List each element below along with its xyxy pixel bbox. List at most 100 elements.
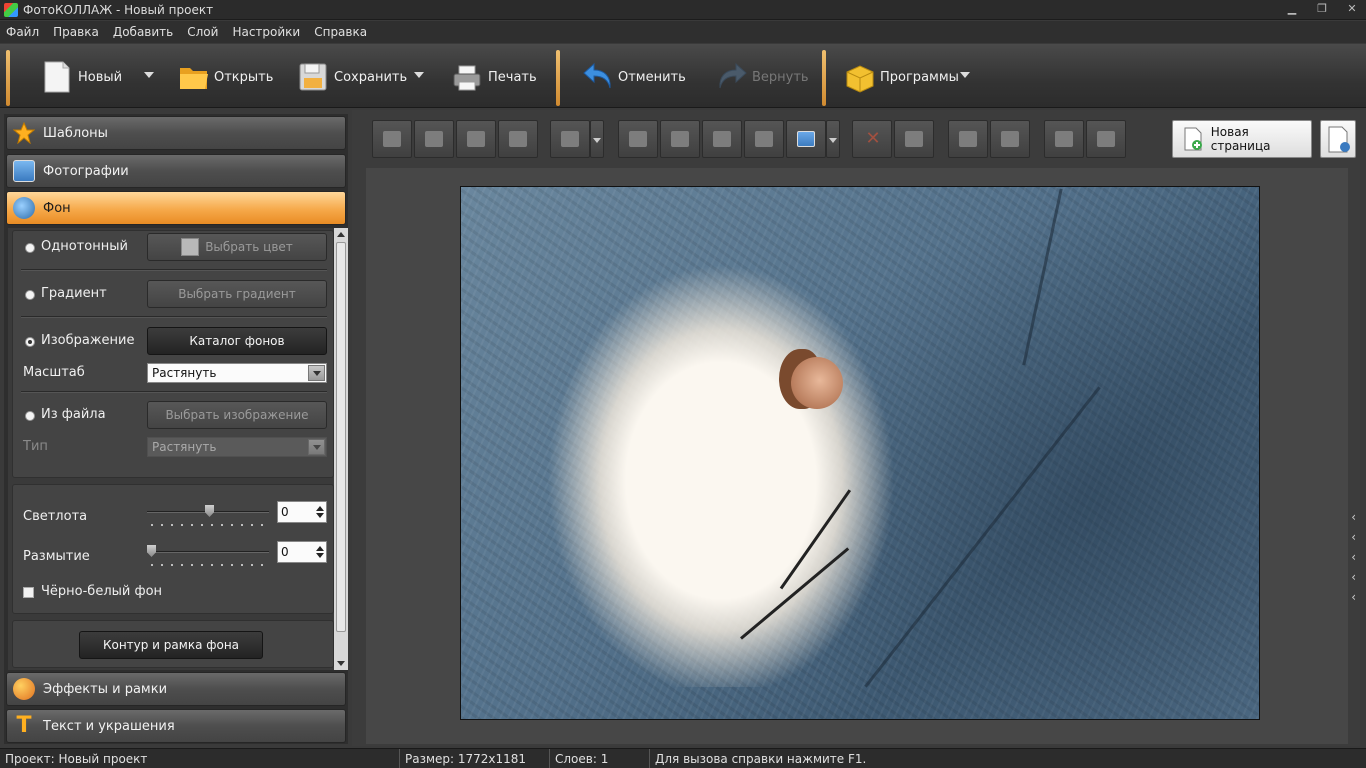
- chevron-left-icon[interactable]: ‹: [1351, 550, 1356, 564]
- background-catalog-button[interactable]: Каталог фонов: [147, 327, 327, 355]
- photos-panel-header[interactable]: Фотографии: [6, 154, 346, 188]
- chevron-left-icon[interactable]: ‹: [1351, 530, 1356, 544]
- chevron-down-icon: [593, 138, 601, 143]
- left-panel: Шаблоны Фотографии Фон Однотонный Выбрат…: [4, 114, 348, 744]
- spin-up-icon[interactable]: [316, 546, 324, 551]
- new-page-button[interactable]: Новая страница: [1172, 120, 1312, 158]
- photos-label: Фотографии: [43, 163, 129, 179]
- scale-select[interactable]: Растянуть: [147, 363, 327, 383]
- text-panel-header[interactable]: T Текст и украшения: [6, 709, 346, 743]
- scroll-down-icon[interactable]: [337, 661, 345, 666]
- color-swatch: [181, 238, 200, 256]
- background-panel-header[interactable]: Фон: [6, 191, 346, 225]
- chevron-left-icon[interactable]: ‹: [1351, 570, 1356, 584]
- text-label: Текст и украшения: [43, 718, 175, 734]
- blur-slider-thumb[interactable]: [147, 545, 156, 557]
- settings-tool-button[interactable]: [1044, 120, 1084, 158]
- rotate-left-button[interactable]: [618, 120, 658, 158]
- choose-gradient-button[interactable]: Выбрать градиент: [147, 280, 327, 308]
- page-settings-icon: [1328, 126, 1350, 153]
- chevron-left-icon[interactable]: ‹: [1351, 510, 1356, 524]
- print-button[interactable]: Печать: [452, 54, 537, 100]
- new-button[interactable]: Новый: [42, 54, 122, 100]
- flip-horizontal-button[interactable]: [702, 120, 742, 158]
- page-settings-button[interactable]: [1320, 120, 1356, 158]
- editor-workspace: ✕ Новая страница ‹ ‹ ‹ ‹ ‹: [352, 110, 1360, 746]
- solid-label: Однотонный: [41, 239, 128, 254]
- gear-icon: [1055, 131, 1073, 147]
- chevron-down-icon: [308, 439, 325, 455]
- bw-checkbox[interactable]: [23, 587, 34, 598]
- brightness-slider-thumb[interactable]: [205, 505, 214, 517]
- fit-page-button[interactable]: [786, 120, 826, 158]
- blur-spinner[interactable]: 0: [277, 541, 327, 563]
- new-dropdown-icon[interactable]: [144, 72, 154, 78]
- file-radio[interactable]: [25, 411, 35, 421]
- templates-panel-header[interactable]: Шаблоны: [6, 116, 346, 150]
- side-collapse-arrows[interactable]: ‹ ‹ ‹ ‹ ‹: [1351, 510, 1356, 604]
- brush-icon: [1001, 131, 1019, 147]
- bring-forward-icon: [425, 131, 443, 147]
- new-page-label: Новая страница: [1210, 125, 1271, 153]
- effects-tool-button[interactable]: [948, 120, 988, 158]
- brush-tool-button[interactable]: [990, 120, 1030, 158]
- image-radio[interactable]: [25, 337, 35, 347]
- menu-file[interactable]: Файл: [6, 25, 39, 39]
- programs-dropdown-icon[interactable]: [960, 72, 970, 78]
- spin-down-icon[interactable]: [316, 513, 324, 518]
- menu-settings[interactable]: Настройки: [232, 25, 300, 39]
- text-t-icon: T: [16, 713, 32, 738]
- crop-button[interactable]: [894, 120, 934, 158]
- minimize-icon[interactable]: ▁: [1284, 2, 1300, 16]
- solid-radio[interactable]: [25, 243, 35, 253]
- maximize-icon[interactable]: ❐: [1314, 2, 1330, 16]
- menu-help[interactable]: Справка: [314, 25, 367, 39]
- brightness-spinner[interactable]: 0: [277, 501, 327, 523]
- menu-edit[interactable]: Правка: [53, 25, 99, 39]
- type-select[interactable]: Растянуть: [147, 437, 327, 457]
- new-document-icon: [42, 60, 72, 94]
- background-mode-group: Однотонный Выбрать цвет Градиент Выбрать…: [12, 230, 334, 478]
- rotate-right-button[interactable]: [660, 120, 700, 158]
- new-label: Новый: [78, 69, 123, 85]
- lock-tool-button[interactable]: [1086, 120, 1126, 158]
- layer-back-button[interactable]: [498, 120, 538, 158]
- save-label: Сохранить: [334, 69, 408, 85]
- align-dropdown[interactable]: [590, 120, 604, 158]
- menu-layer[interactable]: Слой: [187, 25, 218, 39]
- redo-button[interactable]: Вернуть: [716, 54, 809, 100]
- folder-icon: [178, 60, 208, 94]
- save-dropdown-icon[interactable]: [414, 72, 424, 78]
- layer-front-button[interactable]: [372, 120, 412, 158]
- flip-vertical-button[interactable]: [744, 120, 784, 158]
- choose-image-button[interactable]: Выбрать изображение: [147, 401, 327, 429]
- undo-button[interactable]: Отменить: [582, 54, 686, 100]
- main-toolbar: Новый Открыть Сохранить Печать Отменить …: [0, 44, 1366, 108]
- panel-scrollbar[interactable]: [334, 228, 348, 670]
- scroll-up-icon[interactable]: [337, 232, 345, 237]
- scroll-thumb[interactable]: [336, 242, 346, 632]
- gradient-radio[interactable]: [25, 290, 35, 300]
- photo-layer-bride-with-horse[interactable]: [541, 257, 901, 687]
- align-button[interactable]: [550, 120, 590, 158]
- bw-label: Чёрно-белый фон: [41, 584, 163, 599]
- choose-color-button[interactable]: Выбрать цвет: [147, 233, 327, 261]
- chevron-left-icon[interactable]: ‹: [1351, 590, 1356, 604]
- close-icon[interactable]: ✕: [1344, 2, 1360, 16]
- save-button[interactable]: Сохранить: [298, 54, 407, 100]
- spin-up-icon[interactable]: [316, 506, 324, 511]
- fit-dropdown[interactable]: [826, 120, 840, 158]
- spin-down-icon[interactable]: [316, 553, 324, 558]
- menu-add[interactable]: Добавить: [113, 25, 173, 39]
- redo-label: Вернуть: [752, 69, 809, 85]
- programs-button[interactable]: Программы: [844, 54, 959, 100]
- effects-panel-header[interactable]: Эффекты и рамки: [6, 672, 346, 706]
- delete-button[interactable]: ✕: [852, 120, 892, 158]
- blur-slider[interactable]: [147, 551, 269, 553]
- layer-backward-button[interactable]: [456, 120, 496, 158]
- outline-frame-button[interactable]: Контур и рамка фона: [79, 631, 263, 659]
- type-label: Тип: [23, 439, 48, 454]
- layer-forward-button[interactable]: [414, 120, 454, 158]
- collage-background-image[interactable]: [460, 186, 1260, 720]
- open-button[interactable]: Открыть: [178, 54, 273, 100]
